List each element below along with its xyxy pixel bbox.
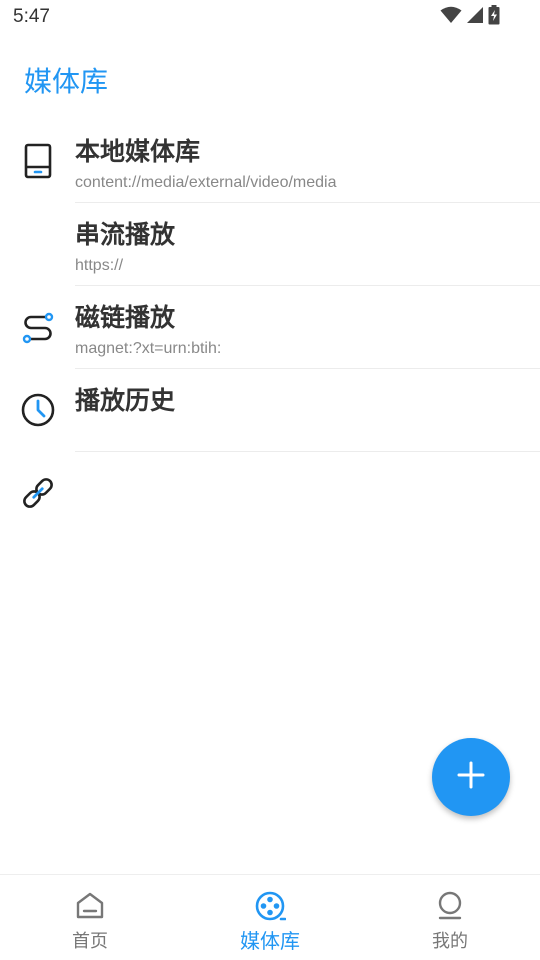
link-icon [19,474,57,512]
library-list: 本地媒体库 content://media/external/video/med… [0,120,540,508]
item-subtitle: https:// [75,257,124,274]
page-title: 媒体库 [24,65,109,98]
battery-charging-icon [488,5,500,29]
list-item-play-history[interactable]: 播放历史 [0,369,540,452]
home-icon [73,889,107,923]
tablet-icon [19,142,57,180]
nav-item-home[interactable]: 首页 [0,875,180,960]
divider [75,451,540,452]
bottom-nav: 首页 媒体库 我的 [0,874,540,960]
item-title: 播放历史 [75,386,176,415]
film-reel-icon [253,889,287,923]
item-title: 串流播放 [75,220,176,249]
nav-item-profile[interactable]: 我的 [360,875,540,960]
nav-label-profile: 我的 [432,931,468,952]
nav-item-library[interactable]: 媒体库 [180,875,360,960]
plus-icon [456,760,486,794]
status-time: 5:47 [13,6,50,27]
item-title: 磁链播放 [75,303,176,332]
status-bar: 5:47 [0,0,540,36]
list-item-magnet-play[interactable]: 磁链播放 magnet:?xt=urn:btih: [0,286,540,508]
nav-label-library: 媒体库 [240,929,300,953]
list-item-stream-play[interactable]: 串流播放 https:// [0,203,540,344]
cell-signal-icon [466,6,484,28]
clock-icon [19,391,57,429]
item-title: 本地媒体库 [75,137,201,166]
item-subtitle: content://media/external/video/media [75,174,337,191]
status-icons [440,5,500,29]
add-button[interactable] [432,738,510,816]
nav-label-home: 首页 [72,931,108,952]
list-item-local-library[interactable]: 本地媒体库 content://media/external/video/med… [0,120,540,203]
wifi-icon [440,6,462,28]
item-subtitle: magnet:?xt=urn:btih: [75,340,222,357]
profile-icon [433,889,467,923]
